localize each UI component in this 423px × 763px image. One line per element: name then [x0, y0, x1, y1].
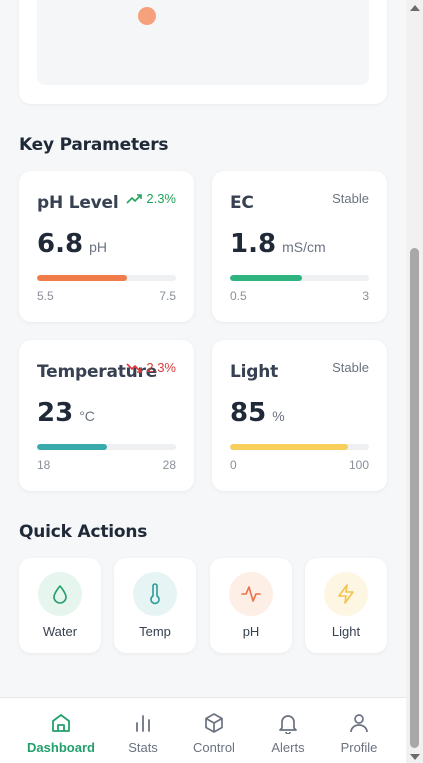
dashboard-viewport: Key Parameters pH Level 2.3% 6.8 pH 5.5 … [0, 0, 406, 763]
bar-chart-icon [136, 715, 150, 732]
light-action-button[interactable]: Light [305, 558, 387, 653]
ec-card[interactable]: EC Stable 1.8 mS/cm 0.5 3 [212, 171, 387, 322]
nav-stats[interactable]: Stats [103, 712, 183, 755]
action-icon-circle [229, 572, 273, 616]
action-icon-circle [38, 572, 82, 616]
action-label: Water [42, 624, 78, 639]
action-icon-circle [324, 572, 368, 616]
quick-actions-heading: Quick Actions [19, 522, 148, 542]
activity-icon [241, 586, 261, 602]
nav-label: Dashboard [27, 740, 95, 755]
temperature-card[interactable]: Temperature 2.3% 23 °C 18 28 [19, 340, 194, 491]
level-bar [230, 275, 369, 281]
range-min: 5.5 [37, 289, 54, 303]
value-unit: % [272, 408, 285, 424]
trend-value: Stable [332, 360, 369, 375]
value-number: 1.8 [230, 229, 277, 259]
nav-alerts[interactable]: Alerts [248, 712, 328, 755]
droplet-icon [53, 585, 67, 604]
level-bar-fill [37, 444, 107, 450]
nav-label: Control [193, 740, 235, 755]
range-min: 0.5 [230, 289, 247, 303]
trend-indicator: Stable [332, 191, 369, 206]
param-value: 85 % [230, 398, 285, 428]
bottom-navigation: Dashboard Stats Control Alerts Profile [0, 697, 406, 763]
action-icon-circle [133, 572, 177, 616]
box-icon [205, 713, 223, 733]
level-bar [37, 444, 176, 450]
nav-profile[interactable]: Profile [319, 712, 399, 755]
level-bar-fill [230, 444, 349, 450]
trend-indicator: 2.3% [126, 191, 176, 206]
param-value: 1.8 mS/cm [230, 229, 326, 259]
ph-action-button[interactable]: pH [210, 558, 292, 653]
trending-up-icon [126, 193, 143, 204]
range-max: 3 [362, 289, 369, 303]
nav-label: Alerts [271, 740, 305, 755]
value-unit: °C [79, 408, 95, 424]
value-unit: pH [89, 239, 107, 255]
range-max: 100 [348, 458, 369, 472]
nav-control[interactable]: Control [174, 712, 254, 755]
value-number: 23 [37, 398, 74, 428]
action-label: Temp [139, 624, 171, 639]
temp-action-button[interactable]: Temp [114, 558, 196, 653]
trend-indicator: 2.3% [126, 360, 176, 375]
trend-value: Stable [332, 191, 369, 206]
param-value: 6.8 pH [37, 229, 107, 259]
scroll-thumb[interactable] [410, 248, 419, 748]
level-bar-fill [37, 275, 128, 281]
water-action-button[interactable]: Water [19, 558, 101, 653]
zap-icon [338, 584, 354, 604]
level-bar-fill [230, 275, 303, 281]
nav-dashboard[interactable]: Dashboard [21, 712, 101, 755]
nav-label: Stats [128, 740, 158, 755]
action-label: pH [242, 624, 260, 639]
home-icon [52, 714, 70, 732]
key-parameters-heading: Key Parameters [19, 135, 169, 155]
trend-indicator: Stable [332, 360, 369, 375]
thermometer-icon [150, 583, 160, 605]
range-max: 7.5 [159, 289, 176, 303]
range-min: 18 [37, 458, 51, 472]
vertical-scrollbar[interactable] [406, 0, 423, 763]
param-value: 23 °C [37, 398, 95, 428]
value-unit: mS/cm [282, 239, 326, 255]
level-bar [230, 444, 369, 450]
ph-level-card[interactable]: pH Level 2.3% 6.8 pH 5.5 7.5 [19, 171, 194, 322]
scroll-down-arrow[interactable] [410, 754, 420, 760]
level-bar [37, 275, 176, 281]
param-name: pH Level [37, 193, 119, 213]
range-min: 0 [230, 458, 237, 472]
value-number: 85 [230, 398, 267, 428]
user-icon [350, 714, 368, 733]
nav-label: Profile [340, 740, 378, 755]
param-name: Light [230, 362, 279, 382]
range-max: 28 [162, 458, 176, 472]
bell-icon [279, 715, 297, 734]
trend-value: 2.3% [146, 360, 176, 375]
value-number: 6.8 [37, 229, 84, 259]
action-label: Light [331, 624, 361, 639]
light-card[interactable]: Light Stable 85 % 0 100 [212, 340, 387, 491]
trend-value: 2.3% [146, 191, 176, 206]
chart-card [19, 0, 387, 104]
chart-area [37, 0, 369, 85]
trending-down-icon [126, 362, 143, 373]
scroll-up-arrow[interactable] [410, 5, 420, 11]
param-name: EC [230, 193, 254, 213]
chart-point [138, 7, 156, 25]
